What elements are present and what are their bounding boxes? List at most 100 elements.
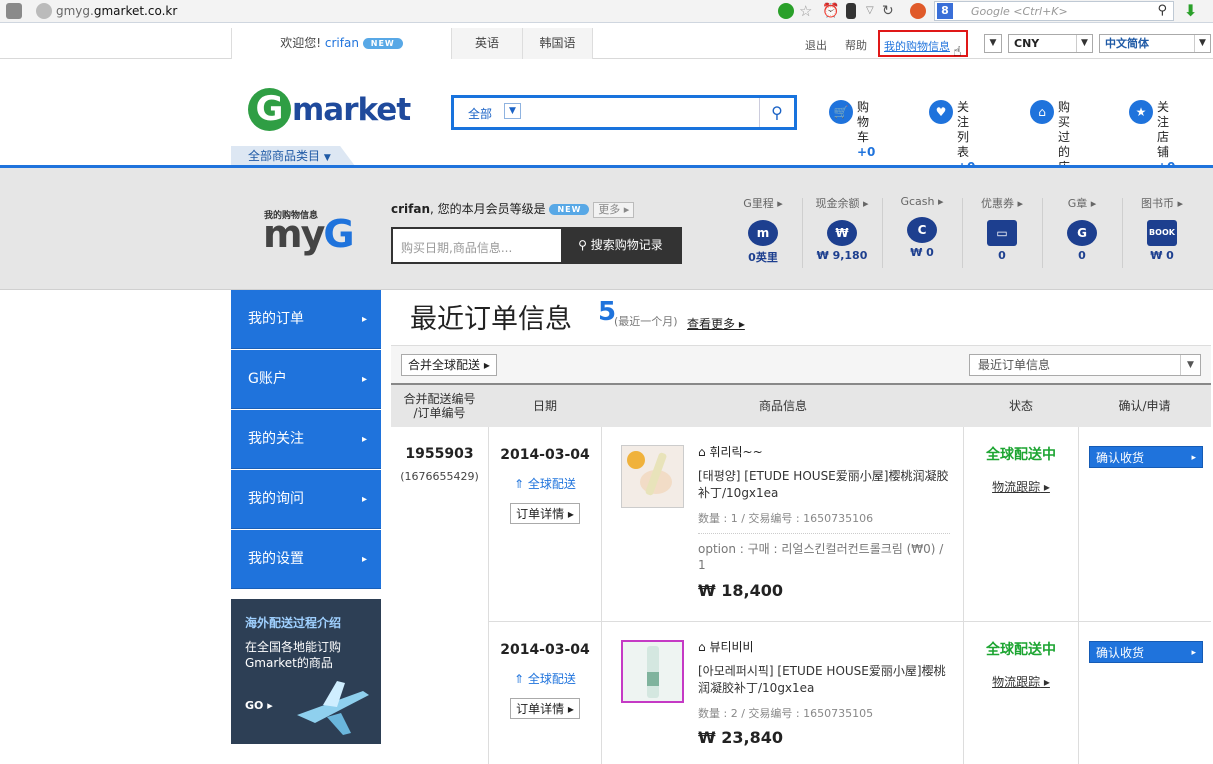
table-row-date: 2014-03-04 ⇑ 全球配送 订单详情 ▸ xyxy=(489,642,601,719)
myg-logo: myG xyxy=(263,212,355,256)
welcome-tab: 欢迎您! crifan NEW xyxy=(231,28,451,59)
chevron-down-icon[interactable]: ▼ xyxy=(504,103,521,119)
order-filter-bar: 合并全球配送 ▸ 最近订单信息 ▼ xyxy=(391,345,1211,383)
global-shipping-link[interactable]: ⇑ 全球配送 xyxy=(489,670,601,687)
order-detail-button[interactable]: 订单详情 ▸ xyxy=(510,698,580,719)
search-category-label[interactable]: 全部 xyxy=(468,105,492,122)
dropdown-arrow-icon[interactable]: ▽ xyxy=(866,3,882,19)
table-divider xyxy=(489,621,1211,622)
username-link[interactable]: crifan xyxy=(325,36,359,50)
stat-cash[interactable]: 现金余额 ▸ ₩ ₩ 9,180 xyxy=(802,195,882,262)
stat-book-coin[interactable]: 图书币 ▸ BOOK ₩ 0 xyxy=(1122,195,1202,262)
member-greeting: crifan, 您的本月会员等级是 NEW 更多 ▸ xyxy=(391,200,635,218)
chevron-down-icon: ▼ xyxy=(989,38,997,48)
stat-gstamp[interactable]: G章 ▸ G 0 xyxy=(1042,195,1122,262)
gmarket-logo[interactable]: G market xyxy=(248,88,428,132)
order-detail-button[interactable]: 订单详情 ▸ xyxy=(510,503,580,524)
tab-korean[interactable]: 韩国语 xyxy=(522,28,593,59)
product-name[interactable]: [아모레퍼시픽] [ETUDE HOUSE爱丽小屋]樱桃润凝胶补丁/10gx1e… xyxy=(698,663,950,697)
reload-icon[interactable]: ↻ xyxy=(882,3,898,19)
all-categories-tab[interactable]: 全部商品类目 ▼ xyxy=(231,146,355,166)
confirm-receipt-button[interactable]: 确认收货 ▸ xyxy=(1089,641,1203,663)
logo-g: G xyxy=(248,88,291,131)
tabs-menu-icon[interactable] xyxy=(6,3,22,19)
global-shipping-link[interactable]: ⇑ 全球配送 xyxy=(489,475,601,492)
top-bar: 欢迎您! crifan NEW 英语 韩国语 退出 帮助 我的购物信息 ▼ CN… xyxy=(0,28,1213,60)
phone-icon[interactable] xyxy=(846,3,856,19)
google-search-placeholder: Google <Ctrl+K> xyxy=(971,5,1068,18)
sidebar-item-my-settings[interactable]: 我的设置 ▸ xyxy=(231,530,381,589)
adblock-icon[interactable] xyxy=(910,3,926,19)
bookmark-star-icon[interactable]: ☆ xyxy=(799,3,815,19)
help-link[interactable]: 帮助 xyxy=(845,37,867,53)
address-bar[interactable]: gmyg.gmarket.co.kr xyxy=(56,4,177,18)
sidebar-item-my-inquiries[interactable]: 我的询问 ▸ xyxy=(231,470,381,529)
stat-mileage[interactable]: G里程 ▸ m 0英里 xyxy=(723,195,803,265)
product-thumbnail[interactable] xyxy=(621,640,684,703)
stat-coupon[interactable]: 优惠券 ▸ ▭ 0 xyxy=(962,195,1042,262)
chevron-right-icon: ▸ xyxy=(361,434,367,445)
view-more-link[interactable]: 查看更多 ▸ xyxy=(687,315,745,332)
chevron-down-icon: ▼ xyxy=(1180,355,1200,375)
currency-select[interactable]: CNY ▼ xyxy=(1008,34,1093,53)
chevron-right-icon: ▸ xyxy=(361,314,367,325)
flag-select[interactable]: ▼ xyxy=(984,34,1002,53)
language-select[interactable]: 中文简体 ▼ xyxy=(1099,34,1211,53)
sidebar-item-my-orders[interactable]: 我的订单 ▸ xyxy=(231,290,381,349)
product-option: option : 구매 : 리얼스킨컬러컨트롤크림 (₩0) / 1 xyxy=(698,542,944,572)
cart-icon: 🛒 xyxy=(829,100,853,124)
search-orders-button[interactable]: ⚲ 搜索购物记录 xyxy=(561,229,680,262)
promo-go-link[interactable]: GO ▸ xyxy=(245,699,273,712)
order-search-input[interactable]: 购买日期,商品信息... xyxy=(401,239,512,256)
airplane-icon xyxy=(297,681,369,735)
chevron-right-icon: ▸ xyxy=(1191,648,1196,658)
tracking-link[interactable]: 物流跟踪 ▸ xyxy=(964,673,1078,690)
product-name[interactable]: [태평양] [ETUDE HOUSE爱丽小屋]樱桃润凝胶补丁/10gx1ea xyxy=(698,468,950,502)
order-number[interactable]: 1955903 xyxy=(391,446,488,462)
product-thumbnail[interactable] xyxy=(621,445,684,508)
logout-link[interactable]: 退出 xyxy=(805,37,827,53)
status-text: 全球配送中 xyxy=(986,642,1056,658)
confirm-receipt-button[interactable]: 确认收货 ▸ xyxy=(1089,446,1203,468)
star-icon: ★ xyxy=(1129,100,1153,124)
money-bag-icon: ₩ xyxy=(827,220,857,246)
quantity-transaction: 数量 : 2 / 交易编号 : 1650735105 xyxy=(698,707,874,720)
download-icon[interactable]: ⬇ xyxy=(1184,3,1200,19)
merge-global-shipping-button[interactable]: 合并全球配送 ▸ xyxy=(401,354,497,376)
order-search-box[interactable]: 购买日期,商品信息... ⚲ 搜索购物记录 xyxy=(391,227,682,264)
alarm-icon[interactable]: ⏰ xyxy=(822,3,839,19)
sidebar-item-g-account[interactable]: G账户 ▸ xyxy=(231,350,381,409)
col-status: 状态 xyxy=(1008,399,1033,413)
new-badge: NEW xyxy=(362,38,403,49)
sidebar-item-my-follows[interactable]: 我的关注 ▸ xyxy=(231,410,381,469)
shop-link[interactable]: ⌂ 휘리릭~~ xyxy=(698,443,950,460)
recent-orders-select[interactable]: 最近订单信息 ▼ xyxy=(969,354,1201,376)
go-icon[interactable] xyxy=(778,3,794,19)
product-price: ₩ 23,840 xyxy=(698,728,783,747)
welcome-text: 欢迎您! xyxy=(280,36,322,50)
quantity-transaction: 数量 : 1 / 交易编号 : 1650735106 xyxy=(698,510,950,534)
col-product-info: 商品信息 xyxy=(758,399,807,413)
my-shopping-info-link[interactable]: 我的购物信息 xyxy=(884,38,950,54)
gstamp-icon: G xyxy=(1067,220,1097,246)
google-search-box[interactable]: 8 Google <Ctrl+K> ⚲ xyxy=(934,1,1174,21)
search-icon: ⚲ xyxy=(771,103,783,122)
chevron-down-icon: ▼ xyxy=(1076,35,1092,52)
search-button[interactable]: ⚲ xyxy=(759,98,794,127)
search-icon[interactable]: ⚲ xyxy=(1157,3,1167,18)
shop-link[interactable]: ⌂ 뷰티비비 xyxy=(698,638,950,655)
recent-orders-period: (最近一个月) xyxy=(614,315,678,328)
coupon-icon: ▭ xyxy=(987,220,1017,246)
status-text: 全球配送中 xyxy=(986,447,1056,463)
order-status: 全球配送中 物流跟踪 ▸ xyxy=(964,639,1078,690)
stat-gcash[interactable]: Gcash ▸ C ₩ 0 xyxy=(882,195,962,259)
tracking-link[interactable]: 物流跟踪 ▸ xyxy=(964,478,1078,495)
promo-title: 海外配送过程介绍 xyxy=(245,616,342,630)
tab-english[interactable]: 英语 xyxy=(451,28,522,59)
main-search-box[interactable]: 全部 ▼ ⚲ xyxy=(451,95,797,130)
product-image xyxy=(627,451,672,496)
orders-table-header: 合并配送编号 /订单编号 日期 商品信息 状态 确认/申请 xyxy=(391,383,1211,427)
shipping-promo-banner[interactable]: 海外配送过程介绍 在全国各地能订购 Gmarket的商品 GO ▸ xyxy=(231,599,381,744)
more-button[interactable]: 更多 ▸ xyxy=(593,202,635,218)
product-price: ₩ 18,400 xyxy=(698,581,783,600)
